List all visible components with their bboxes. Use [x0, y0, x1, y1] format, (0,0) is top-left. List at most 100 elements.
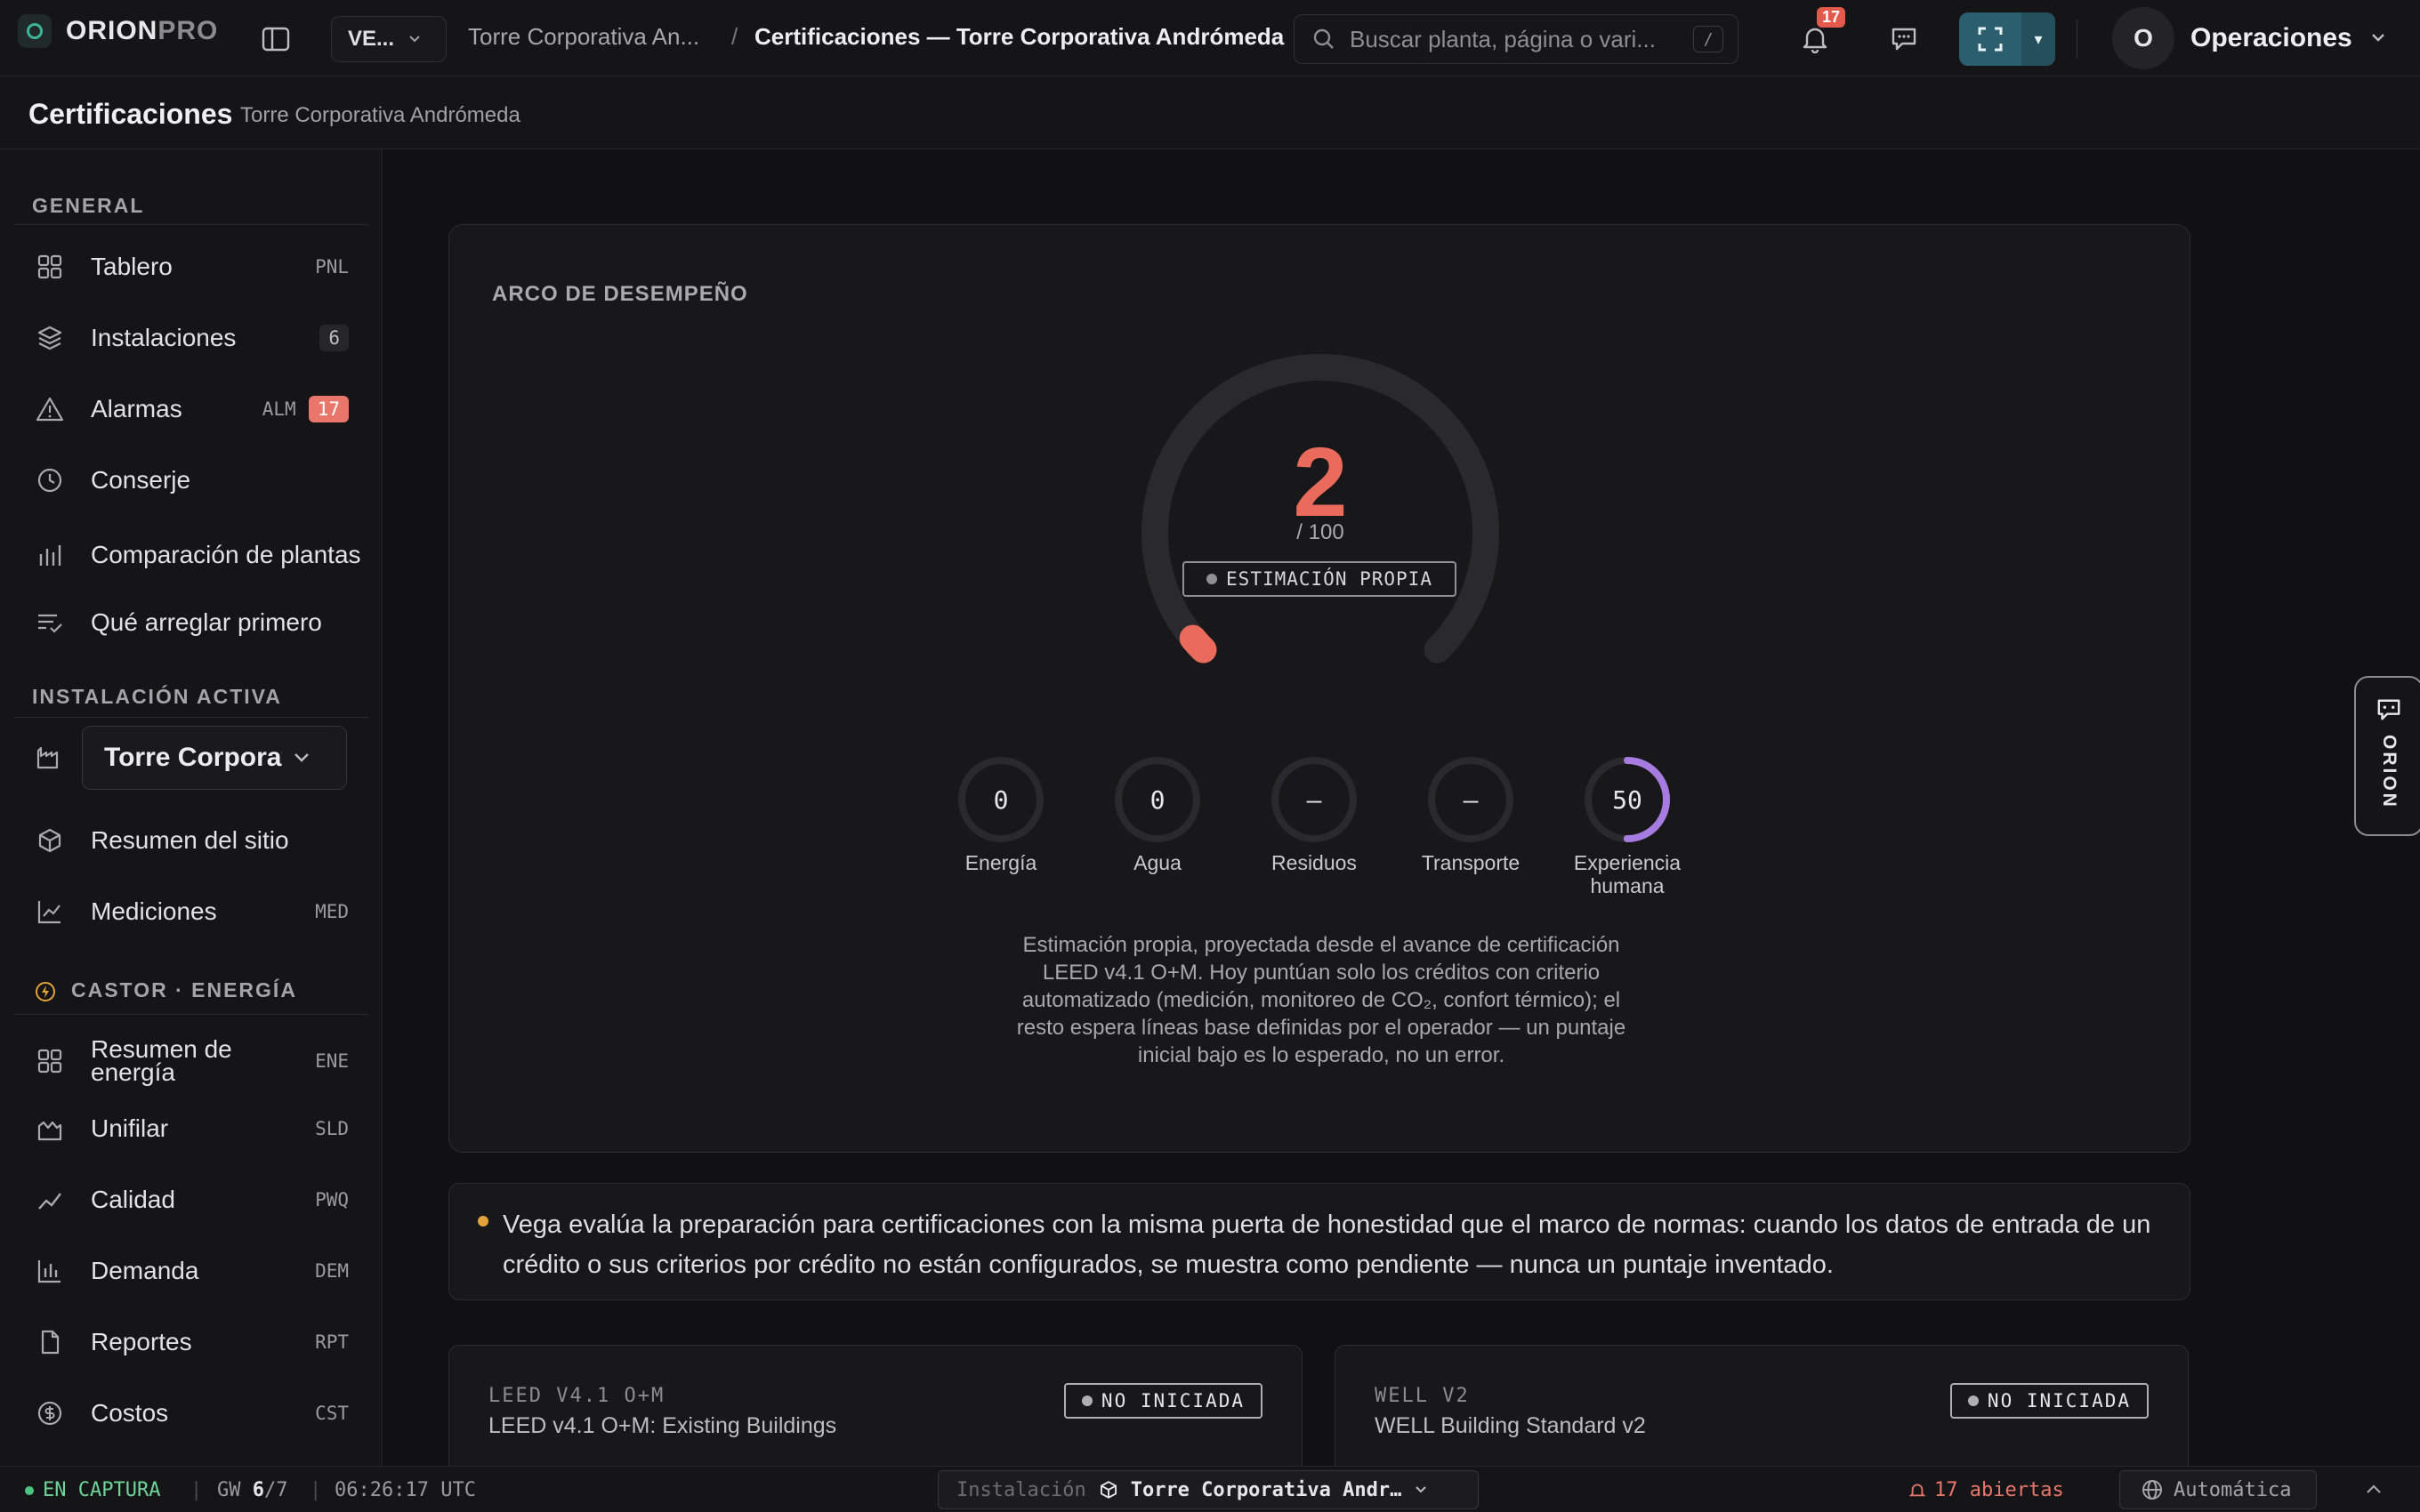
- sidebar-item-label: Instalaciones: [91, 324, 237, 351]
- cert-card-leed[interactable]: LEED V4.1 O+M LEED v4.1 O+M: Existing Bu…: [448, 1345, 1303, 1466]
- subscore-value: 0: [993, 784, 1009, 815]
- status-bar: EN CAPTURA | GW 6/7 | 06:26:17 UTC Insta…: [0, 1466, 2420, 1512]
- clock-icon: [32, 462, 68, 498]
- app-logo[interactable]: ORIONPRO: [18, 14, 218, 48]
- orion-assistant-tab[interactable]: ORION: [2354, 676, 2420, 836]
- estimate-tag: ESTIMACIÓN PROPIA: [1182, 561, 1456, 597]
- list-check-icon: [32, 605, 68, 640]
- gateway-label: GW: [217, 1479, 241, 1501]
- active-site-select[interactable]: Torre Corporativa Andrómeda: [82, 726, 347, 790]
- sidebar: GENERAL Tablero PNL Instalaciones 6 Alar…: [0, 149, 383, 1466]
- sidebar-item-instalaciones[interactable]: Instalaciones 6: [14, 309, 368, 367]
- page-title: Certificaciones: [28, 98, 233, 130]
- workspace-label: VE...: [348, 27, 395, 51]
- subscore-label: Residuos: [1271, 851, 1357, 874]
- caret-down-icon[interactable]: ▾: [2021, 12, 2055, 66]
- search-input[interactable]: Buscar planta, página o vari... /: [1294, 14, 1738, 64]
- sidebar-item-label: Qué arreglar primero: [91, 608, 322, 636]
- estimate-tag-label: ESTIMACIÓN PROPIA: [1226, 568, 1432, 590]
- subscore-value: 50: [1612, 784, 1642, 815]
- sidebar-item-label: Calidad: [91, 1186, 175, 1213]
- chevron-down-icon: [1416, 1486, 1427, 1493]
- sidebar-item-unifilar[interactable]: Unifilar SLD: [14, 1099, 368, 1158]
- layers-icon: [32, 320, 68, 356]
- count-badge: 6: [319, 325, 349, 351]
- sidebar-item-calidad[interactable]: Calidad PWQ: [14, 1170, 368, 1229]
- section-active-site-label: INSTALACIÓN ACTIVA: [32, 685, 282, 708]
- page-subtitle: Torre Corporativa Andrómeda: [240, 103, 520, 127]
- sidebar-item-resumen-sitio[interactable]: Resumen del sitio: [14, 811, 368, 870]
- performance-arc-card: ARCO DE DESEMPEÑO 2 / 100 ESTIMACIÓN PRO…: [448, 224, 2190, 1153]
- sidebar-item-resumen-energia[interactable]: Resumen de energía ENE: [14, 1028, 368, 1094]
- open-alarms-label: 17 abiertas: [1934, 1479, 2064, 1501]
- subscore-label: Agua: [1133, 851, 1182, 874]
- chevron-down-icon: [294, 753, 309, 762]
- sidebar-item-label: Alarmas: [91, 395, 182, 422]
- subscore-experiencia-humana: 50 Experiencia humana: [1538, 755, 1716, 897]
- sidebar-item-label: Tablero: [91, 253, 173, 280]
- shortcut-code: DEM: [315, 1260, 349, 1282]
- gateway-total: /7: [264, 1479, 288, 1501]
- sidebar-item-conserje[interactable]: Conserje: [14, 451, 368, 510]
- sidebar-item-label: Unifilar: [91, 1114, 169, 1142]
- bar-chart-icon: [32, 1253, 68, 1289]
- user-name[interactable]: Operaciones: [2190, 23, 2352, 53]
- chevron-up-icon[interactable]: [2365, 1483, 2383, 1495]
- sidebar-item-label: Mediciones: [91, 897, 217, 925]
- sidebar-item-reportes[interactable]: Reportes RPT: [14, 1313, 368, 1371]
- shortcut-code: ENE: [315, 1050, 349, 1072]
- sidebar-item-mediciones[interactable]: Mediciones MED: [14, 882, 368, 941]
- card-title: ARCO DE DESEMPEÑO: [492, 282, 748, 306]
- cert-name: LEED v4.1 O+M: Existing Buildings: [488, 1413, 837, 1438]
- chat-button[interactable]: [1884, 20, 1924, 59]
- shortcut-code: PWQ: [315, 1189, 349, 1210]
- sidebar-item-comparacion[interactable]: Comparación de plantas: [14, 522, 368, 588]
- sidebar-item-tablero[interactable]: Tablero PNL: [14, 237, 368, 296]
- sidebar-item-label: Reportes: [91, 1328, 192, 1355]
- user-menu-chevron-icon[interactable]: [2370, 32, 2386, 43]
- dot-icon: [1206, 574, 1218, 584]
- mode-selector[interactable]: Automática: [2119, 1470, 2317, 1509]
- shortcut-code: RPT: [315, 1331, 349, 1353]
- coin-icon: [32, 1395, 68, 1431]
- grid-icon: [32, 1043, 68, 1079]
- bell-icon: [1803, 28, 1827, 53]
- dot-icon: [1081, 1395, 1093, 1406]
- section-energy-label: CASTOR · ENERGÍA: [71, 978, 297, 1001]
- avatar[interactable]: O: [2112, 7, 2174, 69]
- subscore-label: Energía: [964, 851, 1037, 874]
- alarm-count-badge: 17: [308, 396, 349, 422]
- sidebar-item-que-arreglar[interactable]: Qué arreglar primero: [14, 593, 368, 652]
- workspace-select[interactable]: VE...: [331, 16, 447, 62]
- sidebar-item-alarmas[interactable]: Alarmas ALM 17: [14, 380, 368, 438]
- fullscreen-button[interactable]: ▾: [1959, 12, 2055, 66]
- sidebar-item-label: Demanda: [91, 1257, 199, 1284]
- sidebar-item-demanda[interactable]: Demanda DEM: [14, 1242, 368, 1300]
- subscore-value: 0: [1150, 784, 1166, 815]
- sidebar-toggle-icon[interactable]: [258, 21, 294, 57]
- subscore-label: Experiencia humana: [1573, 851, 1682, 897]
- logo-mark-icon: [18, 14, 52, 48]
- energy-icon: [34, 980, 57, 1008]
- divider: |: [310, 1479, 322, 1501]
- breadcrumb-current: Certificaciones — Torre Corporativa Andr…: [754, 23, 1285, 50]
- breadcrumb-parent[interactable]: Torre Corporativa An...: [468, 23, 699, 51]
- site-switcher[interactable]: Instalación Torre Corporativa Andr…: [938, 1470, 1479, 1509]
- subscore-energia: 0 Energía: [912, 755, 1090, 874]
- grid-icon: [32, 249, 68, 285]
- open-alarms-link[interactable]: 17 abiertas: [1909, 1479, 2064, 1501]
- shortcut-code: MED: [315, 901, 349, 922]
- sidebar-item-label: Costos: [91, 1399, 169, 1427]
- orion-tab-label: ORION: [2379, 735, 2400, 809]
- sidebar-item-costos[interactable]: Costos CST: [14, 1384, 368, 1443]
- search-icon: [1313, 28, 1334, 49]
- notifications-badge: 17: [1817, 7, 1846, 28]
- sidebar-item-label: Resumen de energía: [91, 1035, 232, 1086]
- status-badge: NO INICIADA: [1949, 1383, 2149, 1419]
- chevron-down-icon: [409, 36, 420, 43]
- divider: [14, 1014, 368, 1015]
- cert-card-well[interactable]: WELL V2 WELL Building Standard v2 NO INI…: [1335, 1345, 2189, 1466]
- sidebar-item-label: Conserje: [91, 466, 191, 494]
- top-bar: ORIONPRO VE... Torre Corporativa An... /…: [0, 0, 2420, 76]
- trend-icon: [32, 1182, 68, 1218]
